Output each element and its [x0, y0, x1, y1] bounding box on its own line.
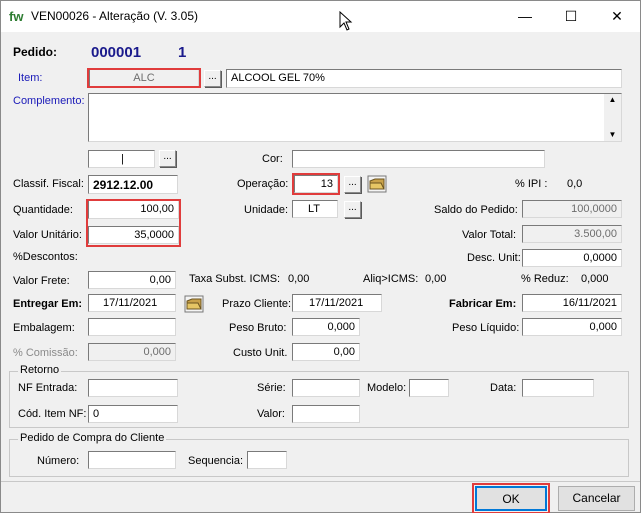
maximize-button[interactable]: ☐: [548, 1, 594, 32]
aliq-icms-label: Aliq>ICMS:: [363, 273, 419, 285]
aux-lookup-button[interactable]: ...: [159, 150, 176, 167]
unidade-label: Unidade:: [244, 204, 289, 216]
cod-item-nf-label: Cód. Item NF:: [18, 408, 87, 420]
pedido-number: 000001: [91, 44, 142, 61]
ipi-label: % IPI :: [515, 178, 548, 190]
entregar-em-field[interactable]: 17/11/2021: [88, 294, 176, 312]
valor-retorno-label: Valor:: [257, 408, 285, 420]
peso-bruto-label: Peso Bruto:: [229, 322, 287, 334]
title-bar: fw VEN00026 - Alteração (V. 3.05) — ☐ ✕: [1, 1, 640, 32]
pedido-sequence: 1: [178, 44, 187, 61]
comissao-label: % Comissão:: [13, 347, 78, 359]
valor-total-field: 3.500,00: [522, 225, 622, 243]
close-button[interactable]: ✕: [594, 1, 640, 32]
numero-field[interactable]: [88, 451, 176, 469]
complemento-textarea[interactable]: ▲ ▼: [88, 93, 622, 142]
folder-icon[interactable]: [367, 175, 387, 193]
cod-item-nf-field[interactable]: 0: [88, 405, 178, 423]
calendar-folder-icon[interactable]: [184, 295, 204, 313]
aliq-icms-value: 0,00: [425, 273, 447, 285]
cancelar-button[interactable]: Cancelar: [558, 486, 635, 511]
item-label: Item:: [18, 72, 43, 84]
item-description-field[interactable]: ALCOOL GEL 70%: [226, 69, 622, 88]
sequencia-field[interactable]: [247, 451, 287, 469]
modelo-field[interactable]: [409, 379, 449, 397]
valor-frete-label: Valor Frete:: [13, 275, 70, 287]
cor-field[interactable]: [292, 150, 545, 168]
mouse-cursor-icon: [339, 11, 353, 31]
complemento-label: Complemento:: [13, 95, 85, 107]
cor-label: Cor:: [262, 153, 283, 165]
window-title: VEN00026 - Alteração (V. 3.05): [31, 9, 198, 23]
classif-fiscal-label: Classif. Fiscal:: [13, 178, 84, 190]
valor-retorno-field[interactable]: [292, 405, 360, 423]
nf-entrada-field[interactable]: [88, 379, 178, 397]
footer-divider: [1, 481, 640, 482]
nf-entrada-label: NF Entrada:: [18, 382, 78, 394]
custo-unit-field[interactable]: 0,00: [292, 343, 360, 361]
numero-label: Número:: [37, 455, 80, 467]
embalagem-label: Embalagem:: [13, 322, 75, 334]
comissao-field: 0,000: [88, 343, 176, 361]
item-lookup-button[interactable]: ...: [204, 70, 221, 87]
data-label: Data:: [490, 382, 517, 394]
prazo-cliente-field[interactable]: 17/11/2021: [292, 294, 382, 312]
aux-field[interactable]: |: [88, 150, 155, 168]
desc-unit-label: Desc. Unit:: [467, 252, 521, 264]
reduz-value: 0,000: [581, 273, 609, 285]
complemento-scrollbar[interactable]: ▲ ▼: [604, 94, 621, 141]
serie-label: Série:: [257, 382, 286, 394]
taxa-icms-label: Taxa Subst. ICMS:: [189, 273, 281, 285]
saldo-pedido-field: 100,0000: [522, 200, 622, 218]
ok-button[interactable]: OK: [475, 486, 547, 511]
unidade-lookup-button[interactable]: ...: [344, 201, 361, 218]
peso-liquido-field[interactable]: 0,000: [522, 318, 622, 336]
modelo-label: Modelo:: [367, 382, 407, 394]
sequencia-label: Sequencia:: [188, 455, 244, 467]
operacao-field[interactable]: 13: [294, 175, 338, 193]
quantidade-label: Quantidade:: [13, 204, 73, 216]
taxa-icms-value: 0,00: [288, 273, 310, 285]
prazo-cliente-label: Prazo Cliente:: [222, 298, 292, 310]
operacao-label: Operação:: [237, 178, 289, 190]
fabricar-em-field[interactable]: 16/11/2021: [522, 294, 622, 312]
peso-liquido-label: Peso Líquido:: [452, 322, 520, 334]
entregar-em-label: Entregar Em:: [13, 298, 83, 310]
operacao-lookup-button[interactable]: ...: [344, 176, 361, 193]
classif-fiscal-field[interactable]: 2912.12.00: [88, 175, 178, 194]
item-code-field[interactable]: ALC: [89, 69, 199, 87]
saldo-pedido-label: Saldo do Pedido:: [434, 204, 518, 216]
scroll-up-icon[interactable]: ▲: [604, 94, 621, 106]
scroll-down-icon[interactable]: ▼: [604, 129, 621, 141]
valor-total-label: Valor Total:: [462, 229, 517, 241]
pedido-compra-legend: Pedido de Compra do Cliente: [18, 432, 167, 444]
ipi-value: 0,0: [567, 178, 583, 190]
reduz-label: % Reduz:: [521, 273, 569, 285]
serie-field[interactable]: [292, 379, 360, 397]
retorno-legend: Retorno: [18, 364, 62, 376]
minimize-button[interactable]: —: [502, 1, 548, 32]
desc-unit-field[interactable]: 0,0000: [522, 249, 622, 267]
quantidade-field[interactable]: 100,00: [88, 200, 179, 219]
valor-frete-field[interactable]: 0,00: [88, 271, 176, 289]
pedido-label: Pedido:: [13, 45, 57, 59]
data-field[interactable]: [522, 379, 594, 397]
app-logo-icon: fw: [9, 9, 24, 24]
unidade-field[interactable]: LT: [292, 200, 338, 218]
valor-unitario-label: Valor Unitário:: [13, 229, 82, 241]
fabricar-em-label: Fabricar Em:: [449, 298, 517, 310]
descontos-label: %Descontos:: [13, 251, 78, 263]
peso-bruto-field[interactable]: 0,000: [292, 318, 360, 336]
valor-unitario-field[interactable]: 35,0000: [88, 226, 179, 244]
custo-unit-label: Custo Unit.: [233, 347, 288, 359]
dialog-window: fw VEN00026 - Alteração (V. 3.05) — ☐ ✕ …: [0, 0, 641, 513]
embalagem-field[interactable]: [88, 318, 176, 336]
